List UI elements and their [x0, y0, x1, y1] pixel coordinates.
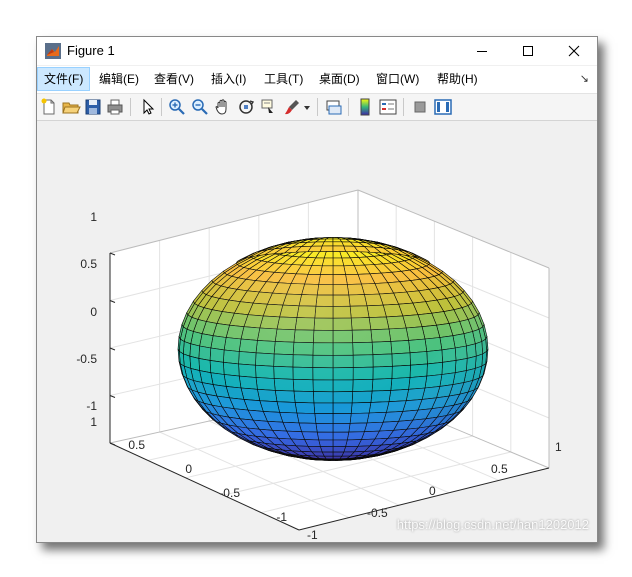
menu-view[interactable]: 查看(V): [150, 68, 198, 90]
colorbar-icon[interactable]: [355, 97, 375, 117]
z-tick-label: 0.5: [80, 257, 97, 271]
x-tick-label: 0: [429, 484, 436, 498]
save-icon[interactable]: [83, 97, 103, 117]
zoom-out-icon[interactable]: [190, 97, 210, 117]
close-button[interactable]: [551, 37, 597, 65]
figure-window: Figure 1 文件(F) 编辑(E) 查看(V) 插入(I) 工具(T) 桌…: [36, 36, 598, 543]
figure-canvas[interactable]: 1 0.5 0 -0.5 -1 1 0.5 0 -0.5 -1 1 0.5 0 …: [37, 121, 597, 542]
z-tick-label: -1: [86, 399, 97, 413]
title-bar: Figure 1: [37, 37, 597, 65]
maximize-icon: [523, 46, 533, 56]
close-icon: [568, 45, 580, 57]
menu-window[interactable]: 窗口(W): [372, 68, 423, 90]
legend-icon[interactable]: [378, 97, 398, 117]
menu-desktop[interactable]: 桌面(D): [315, 68, 364, 90]
x-tick-label: 1: [555, 440, 562, 454]
pan-hand-icon[interactable]: [213, 97, 233, 117]
hide-plot-tools-icon[interactable]: [410, 97, 430, 117]
z-tick-label: 1: [90, 210, 97, 224]
show-plot-tools-icon[interactable]: [433, 97, 453, 117]
y-tick-label: 0: [185, 462, 192, 476]
ellipsoid-surface: [177, 237, 489, 461]
matlab-logo-icon: [45, 43, 61, 59]
minimize-icon: [477, 51, 487, 52]
menu-help[interactable]: 帮助(H): [433, 68, 482, 90]
z-tick-label: 0: [90, 305, 97, 319]
print-icon[interactable]: [105, 97, 125, 117]
z-tick-label: -0.5: [76, 352, 97, 366]
open-file-icon[interactable]: [61, 97, 81, 117]
menu-insert[interactable]: 插入(I): [207, 68, 250, 90]
select-arrow-icon[interactable]: [137, 97, 157, 117]
toolbar-separator: [348, 98, 349, 116]
toolbar-separator: [130, 98, 131, 116]
y-tick-label: -0.5: [219, 486, 240, 500]
menu-bar: 文件(F) 编辑(E) 查看(V) 插入(I) 工具(T) 桌面(D) 窗口(W…: [37, 66, 597, 94]
toolbar-separator: [161, 98, 162, 116]
toolbar: [37, 94, 597, 121]
data-cursor-icon[interactable]: [259, 97, 279, 117]
window-title: Figure 1: [67, 43, 115, 58]
x-tick-label: 0.5: [491, 462, 508, 476]
brush-icon[interactable]: [282, 97, 302, 117]
y-tick-label: -1: [276, 510, 287, 524]
brush-dropdown-icon[interactable]: [302, 97, 312, 117]
link-plot-icon[interactable]: [324, 97, 344, 117]
new-figure-icon[interactable]: [39, 97, 59, 117]
x-tick-label: -1: [307, 528, 318, 542]
menu-edit[interactable]: 编辑(E): [95, 68, 143, 90]
x-tick-label: -0.5: [367, 506, 388, 520]
maximize-button[interactable]: [505, 37, 551, 65]
zoom-in-icon[interactable]: [167, 97, 187, 117]
dock-arrow-icon[interactable]: ↘: [580, 72, 589, 85]
watermark-text: https://blog.csdn.net/han1202012: [396, 517, 589, 532]
toolbar-separator: [403, 98, 404, 116]
menu-tools[interactable]: 工具(T): [260, 68, 307, 90]
surface-shading: [178, 237, 488, 461]
rotate-3d-icon[interactable]: [236, 97, 256, 117]
y-tick-label: 0.5: [128, 438, 145, 452]
menu-file[interactable]: 文件(F): [37, 67, 91, 91]
y-tick-label: 1: [90, 415, 97, 429]
minimize-button[interactable]: [459, 37, 505, 65]
toolbar-separator: [317, 98, 318, 116]
